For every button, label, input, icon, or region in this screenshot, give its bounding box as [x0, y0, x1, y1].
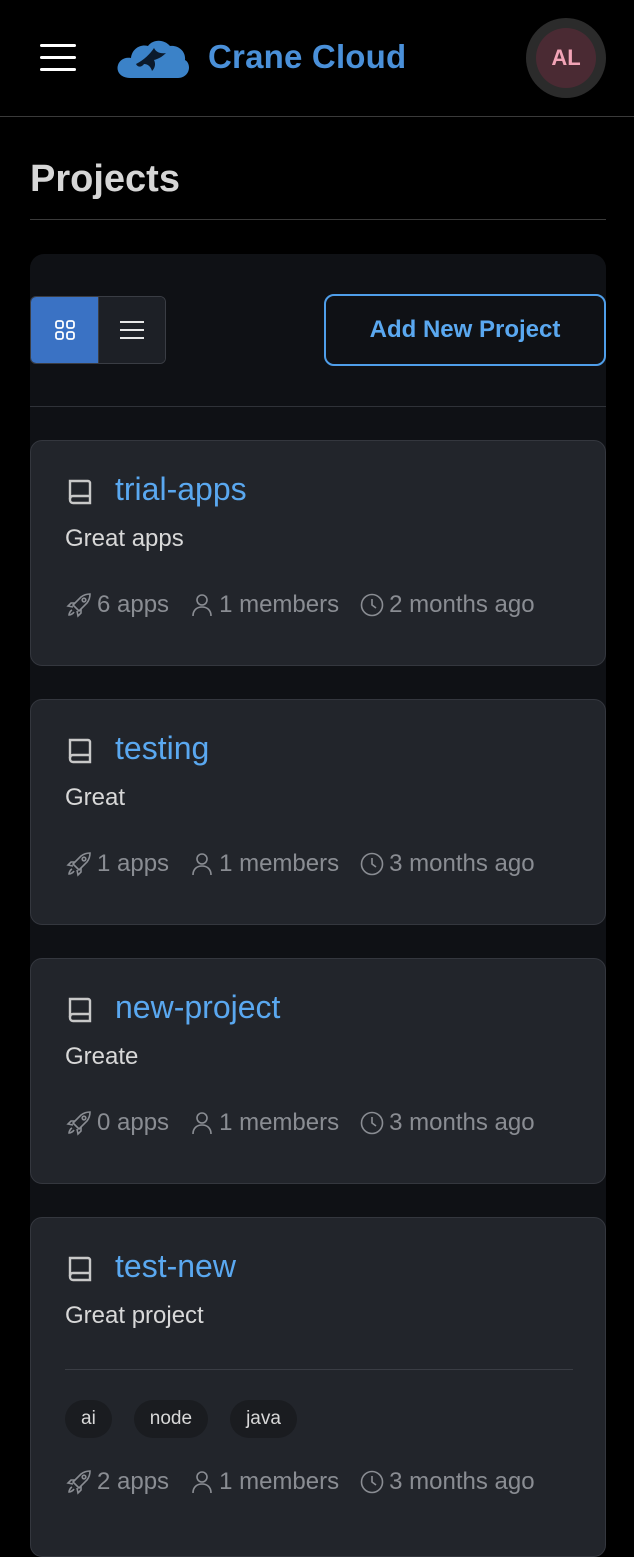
avatar-initials: AL	[536, 28, 596, 88]
last-updated: 2 months ago	[359, 591, 535, 619]
clock-icon	[360, 1111, 384, 1135]
card-divider	[65, 1369, 573, 1370]
view-toggle	[30, 296, 166, 364]
top-navigation-bar: Crane Cloud AL	[0, 0, 634, 117]
book-icon	[68, 479, 92, 505]
apps-count-text: 2 apps	[97, 1468, 170, 1495]
apps-count: 0 apps	[65, 1109, 169, 1137]
project-description: Greate	[65, 1043, 139, 1070]
apps-count: 2 apps	[65, 1468, 169, 1496]
grid-view-icon	[54, 320, 75, 340]
title-divider	[30, 219, 606, 220]
project-name-link[interactable]: trial-apps	[115, 471, 247, 508]
members-count: 1 members	[189, 591, 339, 619]
book-icon	[68, 997, 92, 1023]
user-avatar-button[interactable]: AL	[526, 18, 606, 98]
last-updated-text: 2 months ago	[389, 591, 535, 618]
last-updated: 3 months ago	[359, 1468, 535, 1496]
rocket-icon	[66, 593, 91, 618]
rocket-icon	[66, 1470, 91, 1495]
apps-count: 6 apps	[65, 591, 169, 619]
project-card[interactable]: testing Great 1 apps 1 members 3 months …	[30, 699, 606, 925]
project-card[interactable]: test-new Great project ai node java 2 ap…	[30, 1217, 606, 1557]
apps-count-text: 1 apps	[97, 850, 170, 877]
project-meta: 2 apps 1 members 3 months ago	[65, 1468, 535, 1496]
book-icon	[68, 1256, 92, 1282]
tag-chip[interactable]: node	[133, 1400, 209, 1438]
user-icon	[192, 594, 212, 617]
brand-name[interactable]: Crane Cloud	[208, 38, 406, 76]
members-count: 1 members	[189, 850, 339, 878]
book-icon	[68, 738, 92, 764]
project-description: Great apps	[65, 525, 184, 552]
project-card[interactable]: new-project Greate 0 apps 1 members 3 mo…	[30, 958, 606, 1184]
clock-icon	[360, 593, 384, 617]
project-meta: 0 apps 1 members 3 months ago	[65, 1109, 535, 1137]
list-view-button[interactable]	[98, 297, 165, 363]
rocket-icon	[66, 1111, 91, 1136]
grid-view-button[interactable]	[31, 297, 98, 363]
last-updated-text: 3 months ago	[389, 1109, 535, 1136]
project-name-link[interactable]: testing	[115, 730, 209, 767]
user-icon	[192, 1112, 212, 1135]
panel-divider	[30, 406, 606, 407]
rocket-icon	[66, 852, 91, 877]
tag-chip[interactable]: java	[230, 1400, 297, 1438]
list-view-icon	[120, 321, 144, 339]
project-name-link[interactable]: new-project	[115, 989, 280, 1026]
clock-icon	[360, 852, 384, 876]
members-count-text: 1 members	[219, 1468, 340, 1495]
apps-count-text: 0 apps	[97, 1109, 170, 1136]
project-meta: 1 apps 1 members 3 months ago	[65, 850, 535, 878]
add-new-project-button[interactable]: Add New Project	[324, 294, 606, 366]
members-count: 1 members	[189, 1468, 339, 1496]
members-count-text: 1 members	[219, 850, 340, 877]
hamburger-menu-icon[interactable]	[40, 44, 76, 72]
last-updated-text: 3 months ago	[389, 850, 535, 877]
page-title: Projects	[30, 158, 180, 200]
apps-count-text: 6 apps	[97, 591, 170, 618]
project-description: Great	[65, 784, 126, 811]
members-count: 1 members	[189, 1109, 339, 1137]
user-icon	[192, 1471, 212, 1494]
project-tags: ai node java	[65, 1400, 319, 1438]
last-updated: 3 months ago	[359, 850, 535, 878]
project-meta: 6 apps 1 members 2 months ago	[65, 591, 535, 619]
last-updated-text: 3 months ago	[389, 1468, 535, 1495]
project-description: Great project	[65, 1302, 204, 1329]
project-name-link[interactable]: test-new	[115, 1248, 236, 1285]
crane-cloud-logo-icon[interactable]	[116, 34, 190, 80]
apps-count: 1 apps	[65, 850, 169, 878]
members-count-text: 1 members	[219, 1109, 340, 1136]
members-count-text: 1 members	[219, 591, 340, 618]
user-icon	[192, 853, 212, 876]
project-card[interactable]: trial-apps Great apps 6 apps 1 members 2…	[30, 440, 606, 666]
tag-chip[interactable]: ai	[65, 1400, 112, 1438]
clock-icon	[360, 1470, 384, 1494]
last-updated: 3 months ago	[359, 1109, 535, 1137]
